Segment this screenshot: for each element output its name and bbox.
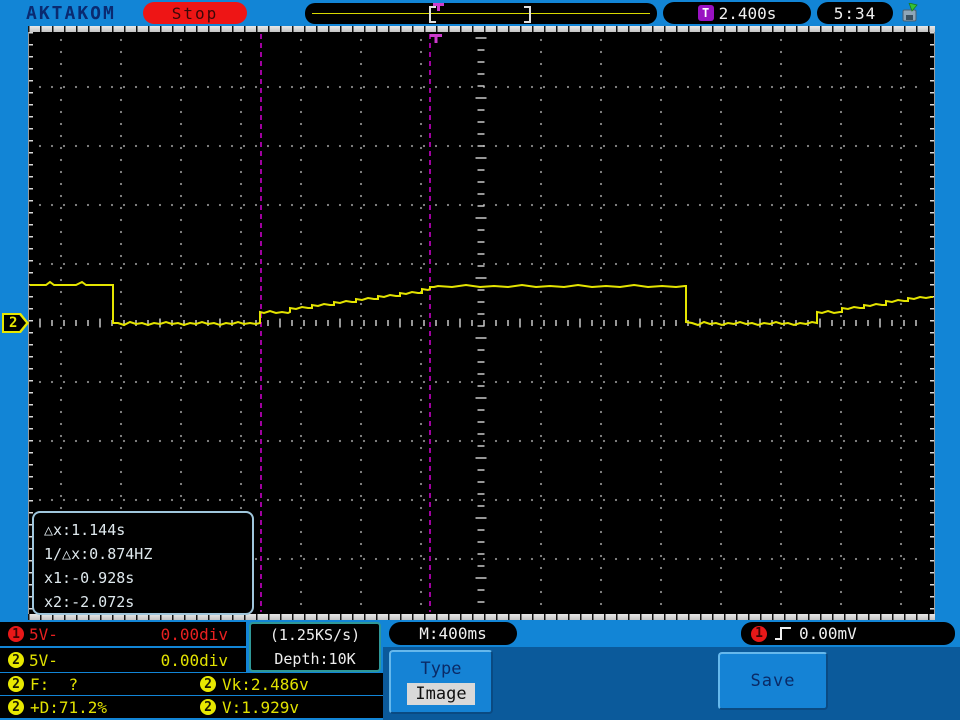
channel1-badge: 1 [8, 626, 24, 642]
measure-vk: Vk:2.486v [222, 674, 309, 694]
measure-ch-badge: 2 [200, 699, 216, 715]
timebase-readout: M:400ms [389, 622, 517, 645]
acquisition-info-box: (1.25KS/s) Depth:10K [249, 622, 381, 672]
cursor-x1-value: x1:-0.928s [44, 569, 135, 587]
trigger-t-icon: T [697, 5, 714, 21]
cursor-readout-panel: △x:1.144s 1∕△x:0.874HZ x1:-0.928s x2:-2.… [32, 511, 254, 615]
trigger-channel-badge: 1 [751, 625, 767, 642]
channel2-scale: 5V- [29, 650, 58, 670]
cursor-dx-value: △x:1.144s [44, 521, 126, 539]
trigger-time-value: 2.400s [718, 3, 777, 23]
menu-type-button[interactable]: Type Image [389, 650, 493, 714]
clock-readout: 5:34 [817, 2, 893, 24]
menu-save-button[interactable]: Save [718, 652, 828, 710]
brand-logo: AKTAKOM [26, 3, 116, 24]
channel2-info-row: 2 5V- 0.00div [0, 648, 246, 672]
channel2-offset: 0.00div [160, 650, 228, 670]
channel1-scale: 5V- [29, 624, 58, 644]
channel2-position-marker: 2 [2, 313, 29, 333]
soft-menu-panel: Type Image Save [383, 647, 960, 720]
window-right-bracket [524, 6, 531, 23]
trigger-position-marker-icon [433, 3, 444, 11]
menu-type-value: Image [407, 683, 475, 705]
menu-type-label: Type [420, 659, 462, 679]
cursor-x2-value: x2:-2.072s [44, 593, 135, 611]
measure-ch-badge: 2 [8, 699, 24, 715]
measurement-row-1: 2 F: ? 2 Vk:2.486v [0, 673, 383, 695]
run-stop-button[interactable]: Stop [143, 2, 247, 24]
measure-voltage: V:1.929v [222, 697, 300, 717]
trigger-time-readout: T 2.400s [663, 2, 811, 24]
measure-ch-badge: 2 [8, 676, 24, 692]
channel1-offset: 0.00div [160, 624, 228, 644]
trigger-level-readout: 1 0.00mV [741, 622, 955, 645]
measure-duty: +D:71.2% [30, 697, 108, 717]
measurement-row-2: 2 +D:71.2% 2 V:1.929v [0, 696, 383, 718]
sample-rate: (1.25KS/s) [269, 626, 361, 644]
channel1-info-row: 1 5V- 0.00div [0, 622, 246, 646]
record-position-bar [305, 3, 657, 24]
trigger-level-value: 0.00mV [799, 624, 857, 643]
channel2-badge: 2 [8, 652, 24, 668]
window-left-bracket [429, 6, 436, 23]
memory-depth: Depth:10K [274, 650, 356, 668]
usb-disk-icon [902, 3, 918, 22]
cursor-freq-value: 1∕△x:0.874HZ [44, 545, 153, 563]
measure-ch-badge: 2 [200, 676, 216, 692]
measure-frequency: F: ? [30, 674, 79, 694]
record-span-line [312, 12, 650, 14]
rising-edge-icon [775, 627, 791, 640]
